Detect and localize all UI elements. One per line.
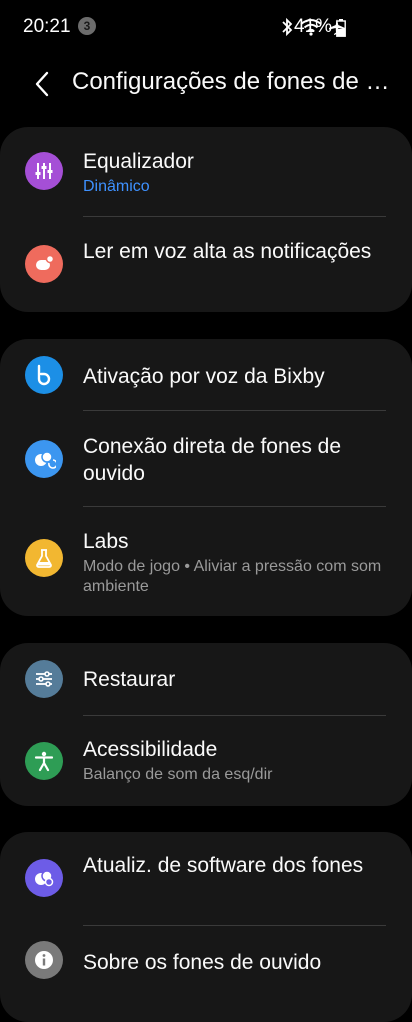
chevron-left-icon <box>35 71 49 97</box>
earbuds-connect-icon <box>25 440 63 478</box>
status-bar: 20:21 3 41% <box>0 0 412 56</box>
item-title: Conexão direta de fones de ouvido <box>83 435 342 485</box>
list-item-labs[interactable]: Labs Modo de jogo • Aliviar a pressão co… <box>0 507 412 616</box>
item-title: Ativação por voz da Bixby <box>83 365 325 388</box>
app-header: Configurações de fones de ouvido <box>0 56 412 116</box>
info-icon <box>25 941 63 979</box>
settings-group-features: Ativação por voz da Bixby Conexão direta… <box>0 339 412 616</box>
item-title: Restaurar <box>83 668 176 691</box>
reset-sliders-icon <box>25 660 63 698</box>
battery-icon <box>336 19 346 37</box>
list-item-reset[interactable]: Restaurar <box>0 643 412 715</box>
item-subtitle: Dinâmico <box>83 178 150 195</box>
list-item-bixby[interactable]: Ativação por voz da Bixby <box>0 339 412 410</box>
settings-group-general: Restaurar Acessibilidade Balanço de som … <box>0 643 412 806</box>
bluetooth-icon <box>282 17 293 37</box>
item-title: Ler em voz alta as notificações <box>83 240 372 263</box>
status-time: 20:21 <box>23 16 71 37</box>
list-item-read-notifications[interactable]: Ler em voz alta as notificações <box>0 217 412 312</box>
flask-icon <box>25 539 63 577</box>
bixby-icon <box>25 356 63 394</box>
item-subtitle: Balanço de som da esq/dir <box>83 766 273 783</box>
settings-group-sound: Equalizador Dinâmico Ler em voz alta as … <box>0 127 412 312</box>
settings-group-about: Atualiz. de software dos fones Sobre os … <box>0 832 412 1022</box>
list-item-direct-connection[interactable]: Conexão direta de fones de ouvido <box>0 411 412 506</box>
item-title: Acessibilidade <box>83 738 218 761</box>
item-title: Equalizador <box>83 150 194 173</box>
item-title: Atualiz. de software dos fones <box>83 854 364 877</box>
notification-count-badge: 3 <box>78 17 96 35</box>
list-item-equalizer[interactable]: Equalizador Dinâmico <box>0 127 412 217</box>
page-title: Configurações de fones de ouvido <box>72 68 402 95</box>
list-item-about-earbuds[interactable]: Sobre os fones de ouvido <box>0 926 412 998</box>
battery-percentage: 41% <box>294 16 333 37</box>
notification-voice-icon <box>25 245 63 283</box>
accessibility-icon <box>25 742 63 780</box>
item-title: Labs <box>83 530 129 553</box>
equalizer-icon <box>25 152 63 190</box>
back-button[interactable] <box>24 66 60 102</box>
list-item-software-update[interactable]: Atualiz. de software dos fones <box>0 832 412 925</box>
item-subtitle: Modo de jogo • Aliviar a pressão com som… <box>83 558 382 595</box>
list-item-accessibility[interactable]: Acessibilidade Balanço de som da esq/dir <box>0 716 412 806</box>
software-update-icon <box>25 859 63 897</box>
item-title: Sobre os fones de ouvido <box>83 951 322 974</box>
